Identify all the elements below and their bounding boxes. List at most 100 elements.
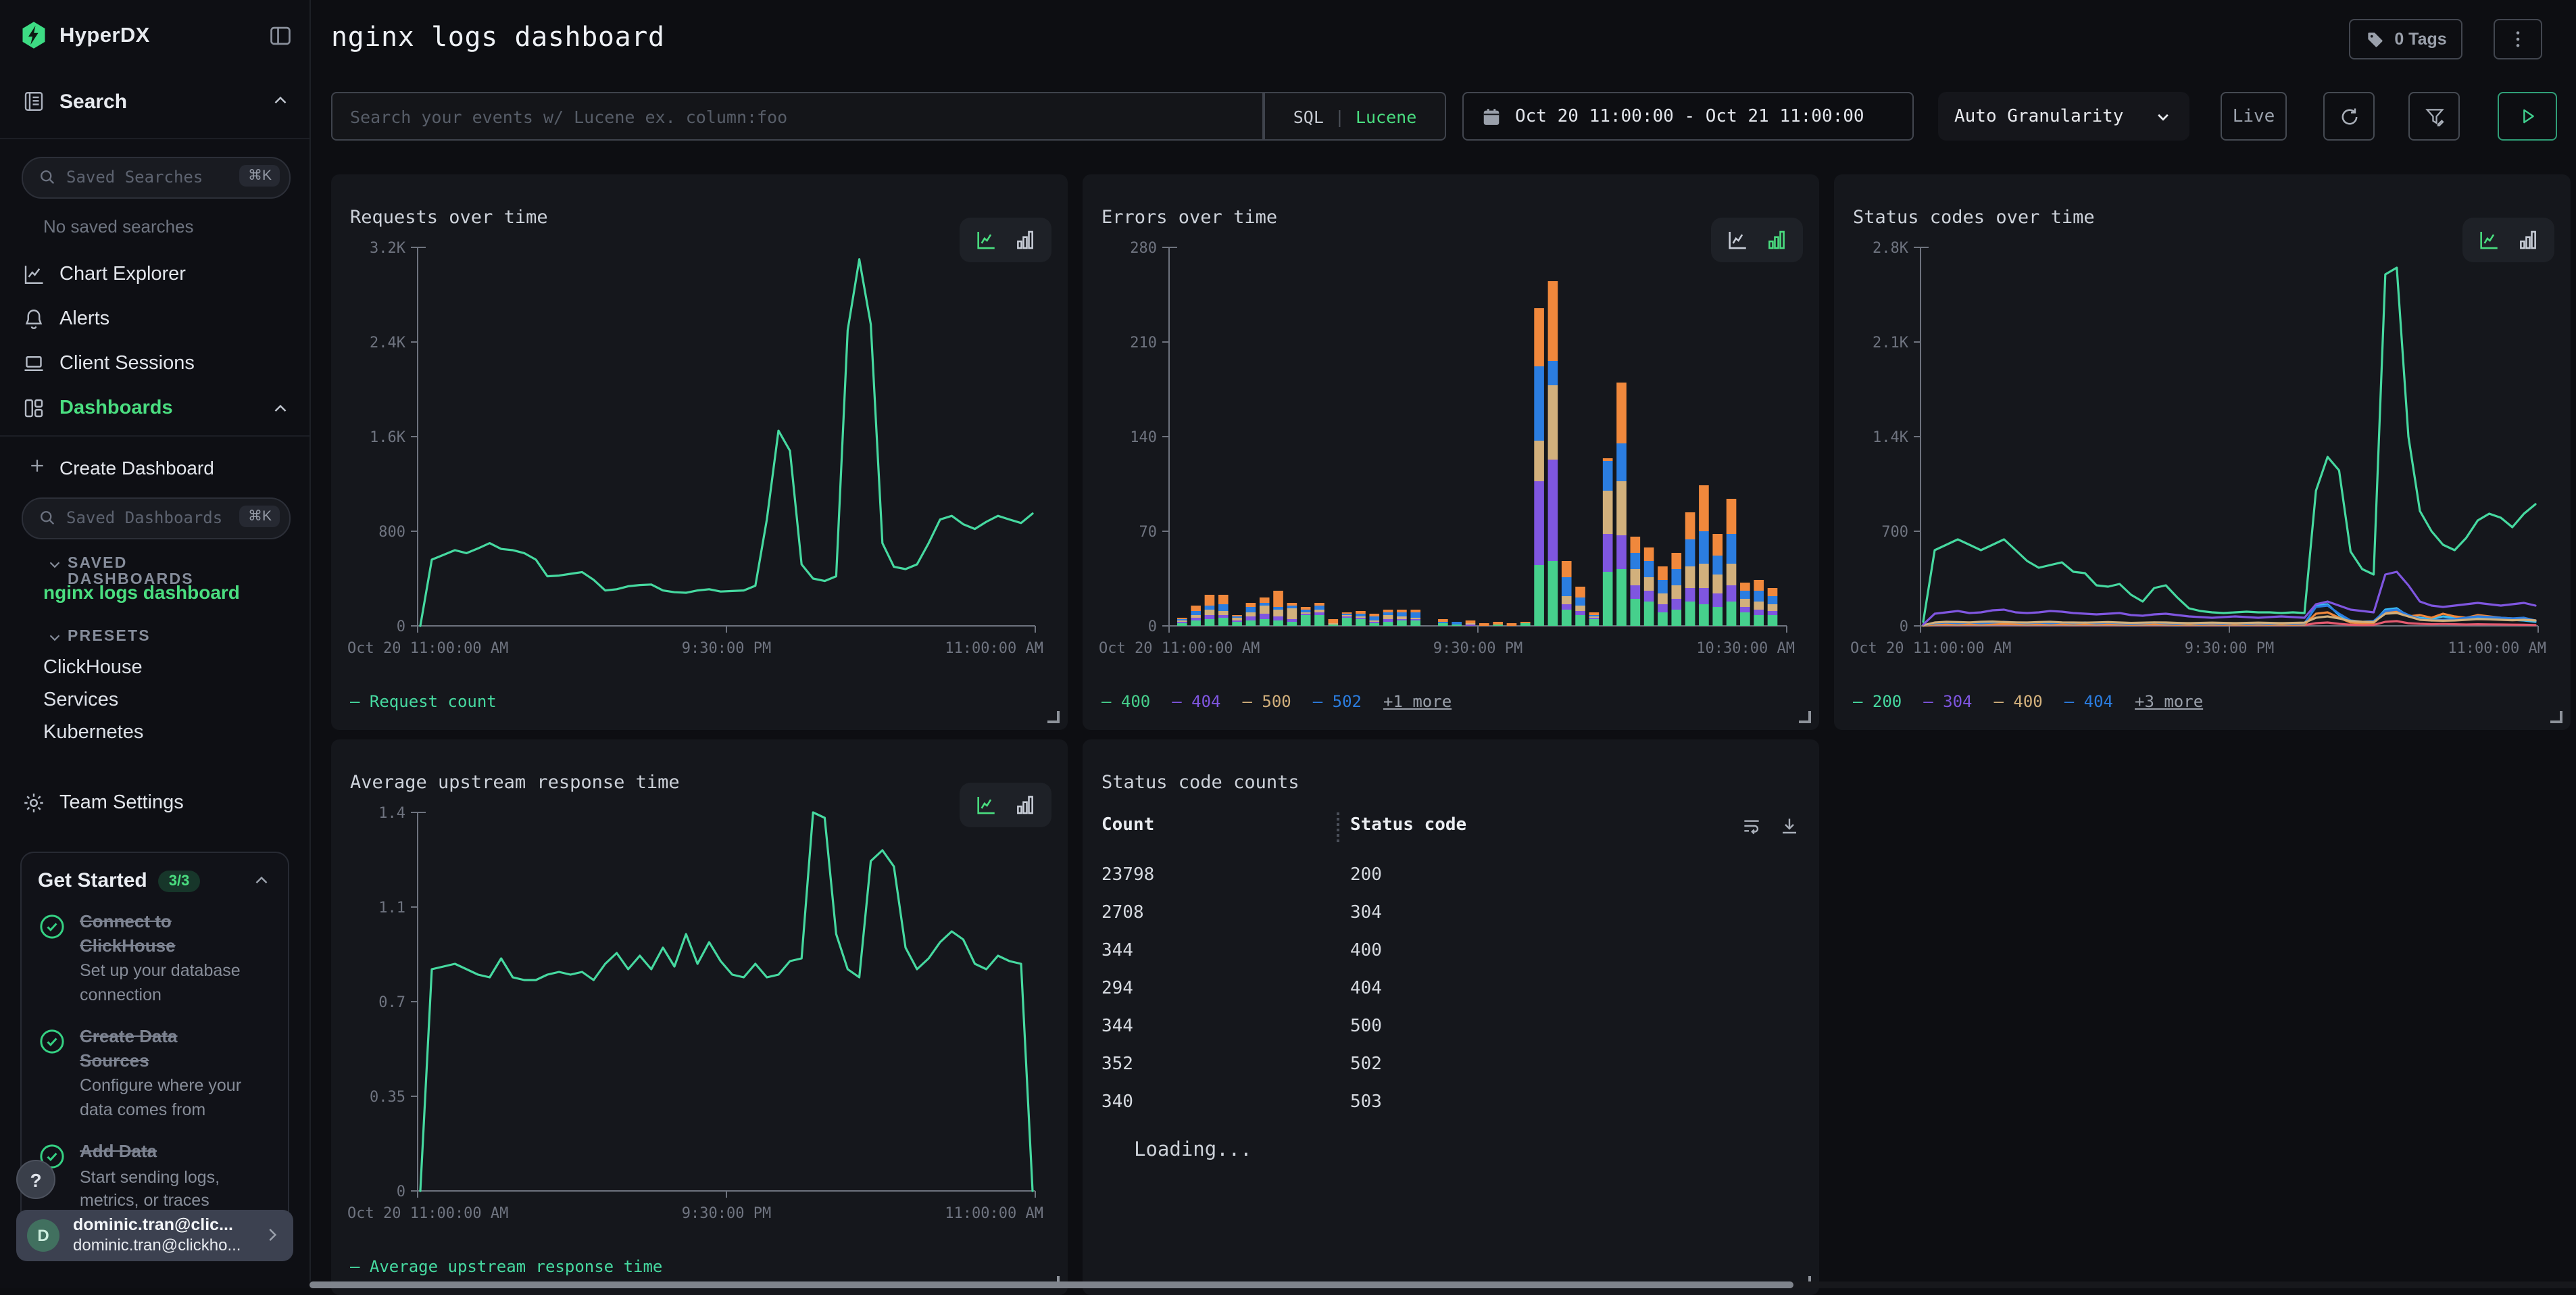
filter-button[interactable] (2408, 92, 2460, 141)
sidebar-item-dashboards[interactable]: Dashboards (0, 389, 309, 430)
granularity-select[interactable]: Auto Granularity (1938, 92, 2189, 141)
bell-icon (22, 307, 46, 331)
brand-name: HyperDX (59, 24, 150, 49)
saved-dashboards-input[interactable]: Saved Dashboards ⌘K (22, 497, 291, 539)
plus-icon (27, 456, 47, 476)
legend-502[interactable]: — 502 (1313, 692, 1362, 711)
svg-text:1.4: 1.4 (378, 805, 405, 822)
run-query-button[interactable] (2498, 92, 2557, 141)
cell-count: 23798 (1101, 865, 1154, 885)
column-header-status-code[interactable]: Status code (1350, 815, 1466, 835)
get-started-header[interactable]: Get Started 3/3 (38, 869, 272, 892)
table-row[interactable]: 340503 (1083, 1085, 1819, 1123)
svg-text:3.2K: 3.2K (370, 240, 406, 257)
date-range-picker[interactable]: Oct 20 11:00:00 - Oct 21 11:00:00 (1462, 92, 1914, 141)
chevron-up-icon[interactable] (251, 871, 272, 891)
sidebar-item-chart-explorer[interactable]: Chart Explorer (0, 255, 309, 296)
get-started-item[interactable]: Add DataStart sending logs, metrics, or … (38, 1140, 272, 1213)
resize-handle[interactable] (1047, 711, 1060, 723)
cell-count: 344 (1101, 1017, 1133, 1037)
table-row[interactable]: 23798200 (1083, 858, 1819, 896)
get-started-item-title: Connect to ClickHouse (80, 910, 250, 957)
sidebar-item-team-settings[interactable]: Team Settings (0, 784, 309, 825)
sidebar-item-label: Alerts (59, 308, 109, 330)
tags-label: 0 Tags (2394, 30, 2446, 49)
table-row[interactable]: 344 500 (1083, 1010, 1819, 1048)
horizontal-scrollbar[interactable] (309, 1281, 2576, 1288)
legend-more-link[interactable]: +1 more (1383, 692, 1452, 711)
sidebar-item-nginx-logs-dashboard[interactable]: nginx logs dashboard (43, 581, 240, 603)
download-icon[interactable] (1779, 815, 1800, 837)
legend-200[interactable]: — 200 (1853, 692, 1902, 711)
get-started-item[interactable]: Connect to ClickHouseSet up your databas… (38, 910, 272, 1007)
get-started-item[interactable]: Create Data SourcesConfigure where your … (38, 1025, 272, 1122)
tag-icon (2364, 29, 2385, 49)
get-started-item-desc: Set up your database connection (80, 960, 255, 1007)
help-button[interactable]: ? (16, 1160, 55, 1199)
search-section-header[interactable]: Search (0, 78, 309, 124)
sidebar-item-client-sessions[interactable]: Client Sessions (0, 345, 309, 385)
chevron-up-icon[interactable] (270, 399, 291, 419)
cell-count: 340 (1101, 1092, 1133, 1113)
tags-button[interactable]: 0 Tags (2349, 19, 2462, 59)
legend-400[interactable]: — 400 (1994, 692, 2043, 711)
resize-handle[interactable] (2550, 711, 2562, 723)
legend-more-link[interactable]: +3 more (2135, 692, 2203, 711)
scrollbar-thumb[interactable] (309, 1281, 1793, 1288)
search-icon (38, 168, 57, 187)
chart-legend: — 200 — 304 — 400 — 404 +3 more (1853, 692, 2203, 711)
legend-average-upstream-response-time[interactable]: — Average upstream response time (350, 1257, 662, 1276)
legend-404[interactable]: — 404 (1172, 692, 1220, 711)
legend-500[interactable]: — 500 (1243, 692, 1291, 711)
laptop-icon (22, 351, 46, 376)
sidebar-item-label: Chart Explorer (59, 264, 186, 285)
svg-text:0.7: 0.7 (378, 994, 405, 1011)
panel-status-code-counts: Status code counts Count Status code 237… (1083, 739, 1819, 1295)
svg-text:0.35: 0.35 (370, 1089, 405, 1106)
chevron-up-icon[interactable] (270, 91, 291, 111)
live-button[interactable]: Live (2221, 92, 2287, 141)
date-range-value: Oct 20 11:00:00 - Oct 21 11:00:00 (1515, 106, 1864, 126)
more-menu-button[interactable] (2494, 19, 2542, 59)
get-started-title: Get Started (38, 869, 147, 892)
svg-text:9:30:00 PM: 9:30:00 PM (2185, 640, 2274, 657)
gear-icon (22, 791, 46, 815)
sidebar: HyperDX Search Saved Searches ⌘K No save… (0, 0, 311, 1288)
lucene-toggle[interactable]: Lucene (1356, 106, 1416, 126)
table-row[interactable]: 344400 (1083, 934, 1819, 972)
create-dashboard-button[interactable]: Create Dashboard (0, 449, 309, 489)
table-row[interactable]: 294404 (1083, 972, 1819, 1010)
svg-text:1.4K: 1.4K (1873, 429, 1909, 446)
user-account-button[interactable]: D dominic.tran@clic... dominic.tran@clic… (16, 1210, 293, 1261)
svg-text:70: 70 (1139, 524, 1158, 541)
event-search-input[interactable]: Search your events w/ Lucene ex. column:… (331, 92, 1264, 141)
sidebar-item-services[interactable]: Services (43, 689, 118, 711)
sql-toggle[interactable]: SQL (1293, 106, 1324, 126)
cell-count: 294 (1101, 979, 1133, 999)
sidebar-item-kubernetes[interactable]: Kubernetes (43, 722, 143, 743)
svg-text:1.1: 1.1 (378, 900, 405, 917)
chevron-down-icon (2153, 106, 2173, 126)
table-row[interactable]: 352502 (1083, 1048, 1819, 1085)
legend-404[interactable]: — 404 (2064, 692, 2113, 711)
svg-text:9:30:00 PM: 9:30:00 PM (682, 1205, 771, 1222)
sidebar-item-clickhouse[interactable]: ClickHouse (43, 657, 143, 679)
panel-errors-over-time: Errors over time 070140210280Oct 20 11:0… (1083, 174, 1819, 730)
saved-searches-input[interactable]: Saved Searches ⌘K (22, 157, 291, 199)
sidebar-item-alerts[interactable]: Alerts (0, 300, 309, 341)
column-header-count[interactable]: Count (1101, 815, 1154, 835)
legend-request-count[interactable]: — Request count (350, 692, 497, 711)
wrap-text-icon[interactable] (1741, 815, 1762, 837)
section-label: PRESETS (68, 629, 151, 645)
legend-304[interactable]: — 304 (1923, 692, 1972, 711)
refresh-button[interactable] (2323, 92, 2375, 141)
sidebar-collapse-icon[interactable] (268, 23, 293, 49)
panel-title: Average upstream response time (350, 771, 680, 793)
team-settings-label: Team Settings (59, 792, 184, 814)
legend-400[interactable]: — 400 (1101, 692, 1150, 711)
column-resize-handle[interactable] (1337, 812, 1339, 842)
cell-status-code: 500 (1350, 1017, 1382, 1037)
query-language-toggle[interactable]: SQL | Lucene (1264, 92, 1446, 141)
table-row[interactable]: 2708304 (1083, 896, 1819, 934)
resize-handle[interactable] (1799, 711, 1811, 723)
